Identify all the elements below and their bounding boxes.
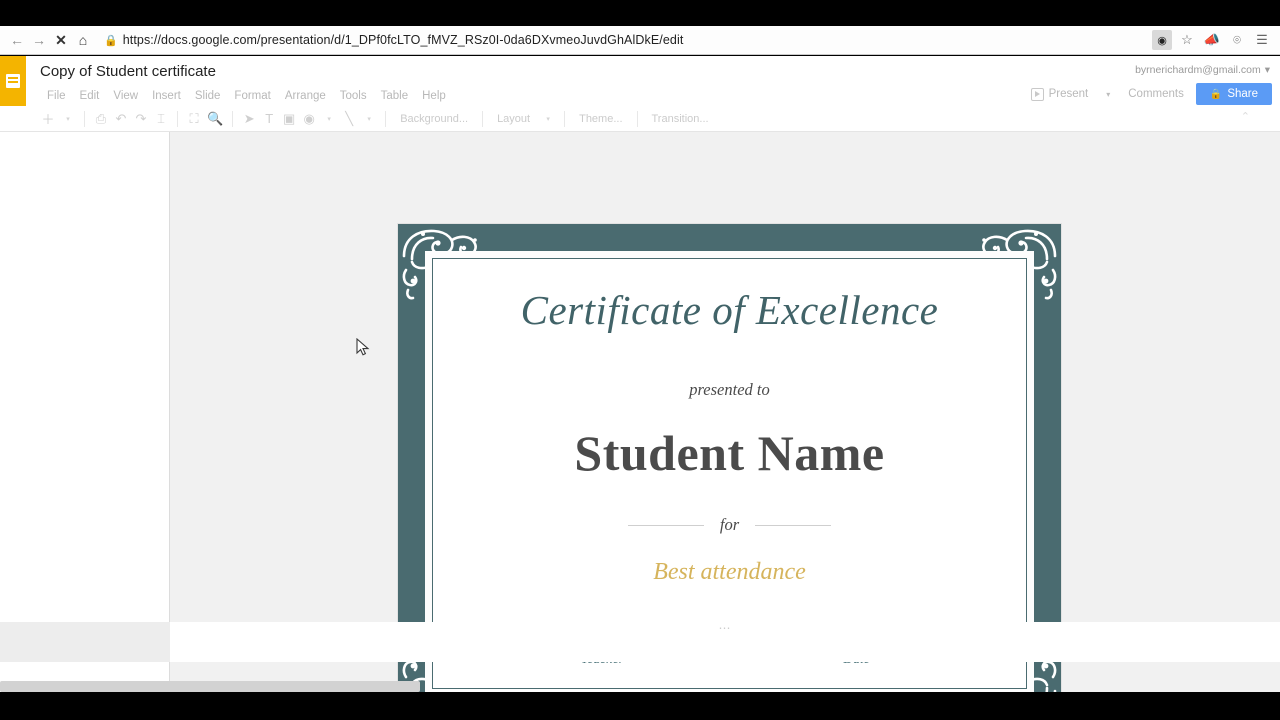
divider-line-left — [627, 524, 704, 526]
shape-icon[interactable]: ◉ — [299, 109, 319, 129]
mouse-cursor — [356, 337, 370, 356]
select-tool-icon[interactable]: ➤ — [239, 109, 259, 129]
browser-window: ← → ✕ ⌂ 🔒 https://docs.google.com/presen… — [0, 0, 1280, 720]
lock-icon: 🔒 — [104, 34, 118, 47]
menu-arrange[interactable]: Arrange — [278, 88, 333, 104]
toolbar-divider — [385, 110, 387, 127]
paint-format-icon[interactable]: ⌶ — [151, 109, 171, 129]
menu-file[interactable]: File — [40, 88, 73, 104]
print-icon[interactable]: ⎙ — [91, 109, 111, 129]
menu-view[interactable]: View — [106, 88, 145, 104]
menu-table[interactable]: Table — [374, 88, 416, 104]
star-icon[interactable]: ☆ — [1177, 30, 1197, 50]
toolbar-divider — [482, 110, 484, 127]
app-header: Copy of Student certificate File Edit Vi… — [0, 56, 1280, 106]
share-button[interactable]: 🔒 Share — [1195, 83, 1272, 105]
theme-button[interactable]: Theme... — [571, 113, 630, 125]
zoom-icon[interactable]: 🔍 — [204, 109, 226, 129]
comments-button[interactable]: Comments — [1120, 84, 1192, 104]
browser-omnibox-bar: ← → ✕ ⌂ 🔒 https://docs.google.com/presen… — [0, 26, 1280, 55]
menu-edit[interactable]: Edit — [73, 88, 107, 104]
slide-workspace[interactable]: Certificate of Excellence presented to S… — [170, 132, 1280, 720]
background-button[interactable]: Background... — [392, 113, 476, 125]
browser-tab-strip — [0, 0, 1280, 26]
certificate-title[interactable]: Certificate of Excellence — [521, 286, 939, 334]
menu-bar: File Edit View Insert Slide Format Arran… — [40, 88, 453, 104]
horizontal-scrollbar[interactable] — [0, 681, 420, 692]
menu-tools[interactable]: Tools — [333, 88, 374, 104]
undo-icon[interactable]: ↶ — [111, 109, 131, 129]
play-icon — [1030, 87, 1044, 101]
editor-canvas-area: Certificate of Excellence presented to S… — [0, 132, 1280, 720]
notes-drag-handle[interactable]: ⋯ — [712, 622, 738, 634]
line-icon[interactable]: ╲ — [339, 109, 359, 129]
omnibox-icon-group: ◉ ☆ 📣 ⌾ ☰ — [1152, 30, 1274, 50]
redo-icon[interactable]: ↷ — [131, 109, 151, 129]
window-footer-strip — [0, 692, 1280, 720]
url-text: https://docs.google.com/presentation/d/1… — [122, 33, 684, 47]
toolbar-divider — [564, 110, 566, 127]
insert-image-icon[interactable]: ▣ — [279, 109, 299, 129]
for-label[interactable]: for — [720, 515, 739, 535]
menu-slide[interactable]: Slide — [188, 88, 228, 104]
speaker-notes-pane[interactable]: ⋯ — [170, 622, 1280, 662]
collapse-toolbar-icon[interactable]: ⌃ — [1241, 110, 1250, 123]
new-slide-icon[interactable]: ＋ — [38, 109, 58, 129]
layout-caret-icon[interactable]: ▾ — [538, 109, 558, 129]
document-title[interactable]: Copy of Student certificate — [40, 63, 216, 80]
address-bar[interactable]: 🔒 https://docs.google.com/presentation/d… — [100, 30, 1152, 51]
menu-format[interactable]: Format — [227, 88, 277, 104]
shape-caret-icon[interactable]: ▾ — [319, 109, 339, 129]
line-caret-icon[interactable]: ▾ — [359, 109, 379, 129]
share-lock-icon: 🔒 — [1209, 88, 1223, 100]
home-icon[interactable]: ⌂ — [72, 29, 94, 51]
slides-toolbar: ＋ ▾ ⎙ ↶ ↷ ⌶ ⛶ 🔍 ➤ T ▣ ◉ ▾ ╲ ▾ Background… — [0, 106, 1280, 132]
chevron-down-icon: ▾ — [1264, 64, 1270, 76]
divider-line-right — [755, 524, 832, 526]
recipient-name[interactable]: Student Name — [574, 424, 884, 482]
fit-to-window-icon[interactable]: ⛶ — [184, 109, 204, 129]
present-button[interactable]: Present — [1023, 84, 1097, 105]
layout-button[interactable]: Layout — [489, 113, 538, 125]
toolbar-divider — [636, 110, 638, 127]
text-box-icon[interactable]: T — [259, 109, 279, 129]
forward-icon[interactable]: → — [28, 29, 50, 51]
puzzle-icon[interactable]: ⌾ — [1227, 30, 1247, 50]
new-slide-caret-icon[interactable]: ▾ — [58, 109, 78, 129]
stop-loading-icon[interactable]: ✕ — [50, 29, 72, 51]
menu-help[interactable]: Help — [415, 88, 453, 104]
account-menu[interactable]: byrnerichardm@gmail.com ▾ — [1135, 64, 1270, 76]
slide-filmstrip-panel[interactable] — [0, 132, 170, 697]
presented-to-text[interactable]: presented to — [689, 380, 770, 400]
header-actions: Present ▾ Comments 🔒 Share — [1023, 83, 1272, 105]
back-icon[interactable]: ← — [6, 29, 28, 51]
google-slides-logo — [0, 56, 26, 106]
present-label: Present — [1048, 88, 1089, 100]
share-label: Share — [1227, 88, 1258, 100]
hamburger-menu-icon[interactable]: ☰ — [1252, 30, 1272, 50]
transition-button[interactable]: Transition... — [644, 113, 717, 125]
present-dropdown-icon[interactable]: ▾ — [1100, 86, 1116, 103]
filmstrip-footer — [0, 622, 170, 662]
account-email: byrnerichardm@gmail.com — [1135, 64, 1261, 76]
award-reason[interactable]: Best attendance — [653, 559, 806, 586]
toolbar-divider — [232, 110, 234, 127]
toolbar-divider — [84, 110, 85, 127]
extension-icon[interactable]: ◉ — [1152, 30, 1172, 50]
for-divider-row: for — [627, 515, 832, 535]
toolbar-divider — [177, 110, 178, 127]
google-slides-app: Copy of Student certificate File Edit Vi… — [0, 56, 1280, 720]
megaphone-icon[interactable]: 📣 — [1202, 30, 1222, 50]
menu-insert[interactable]: Insert — [145, 88, 188, 104]
